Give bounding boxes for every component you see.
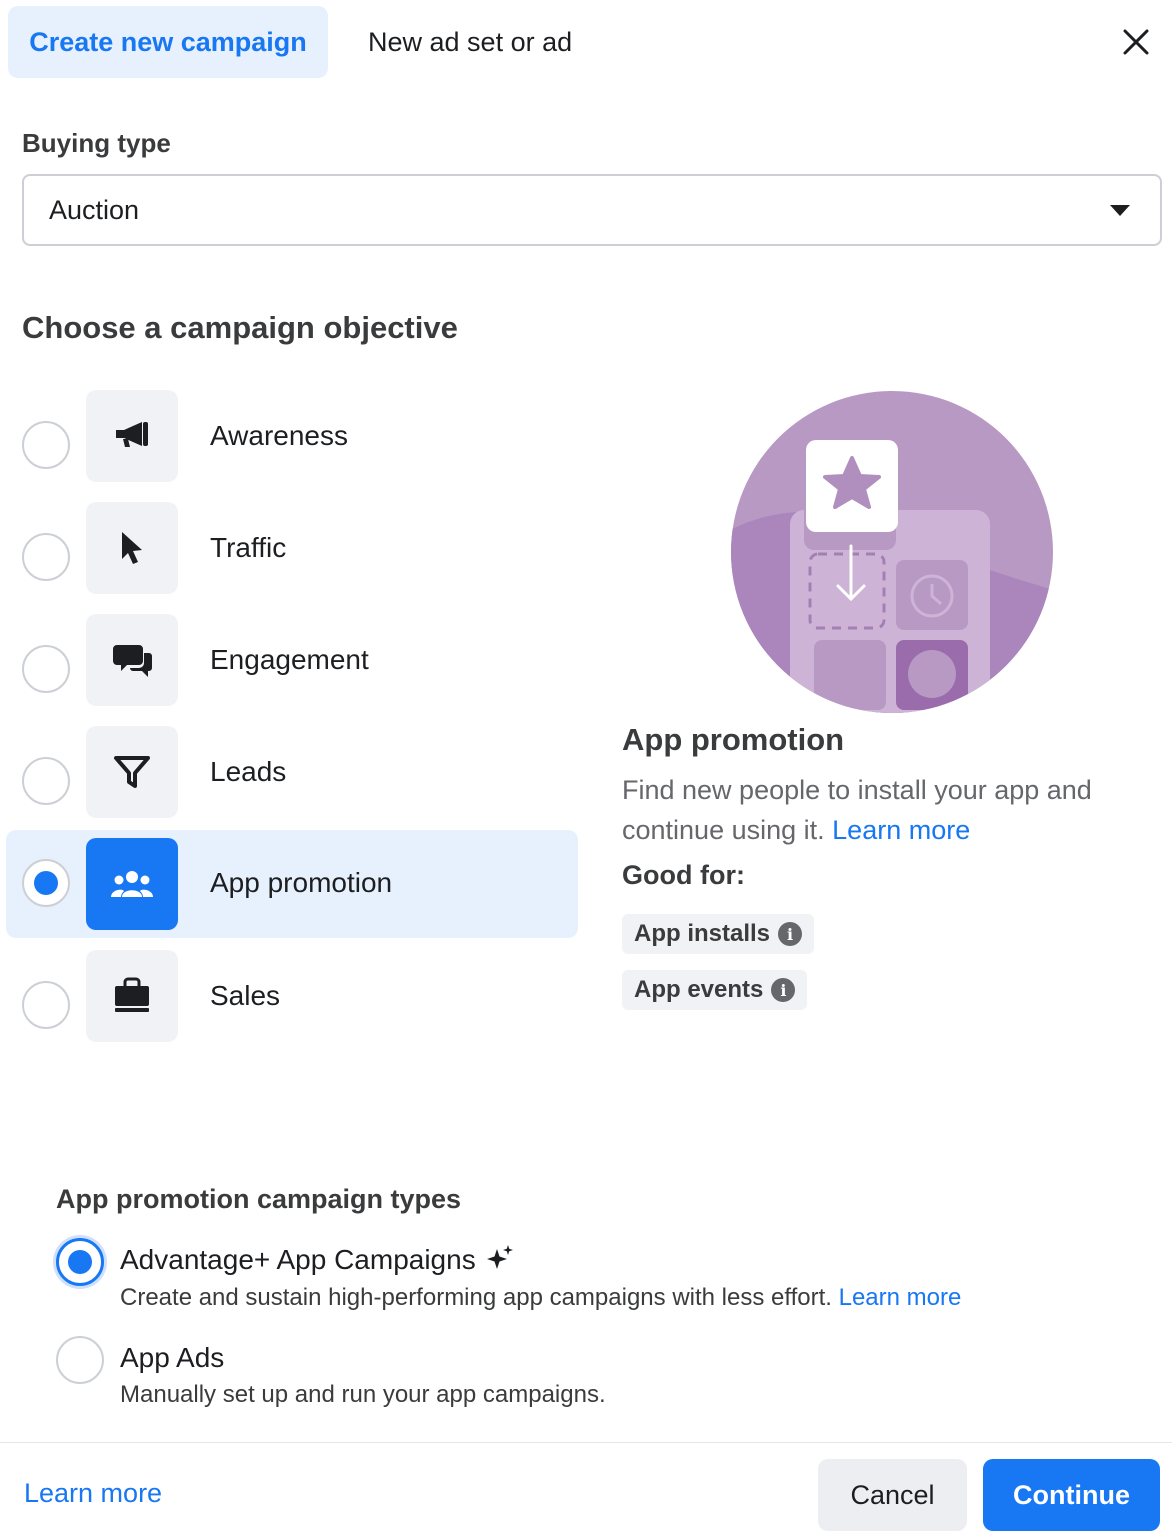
app-promotion-illustration bbox=[730, 390, 1054, 714]
objective-label: Engagement bbox=[210, 644, 369, 675]
detail-learn-more-link[interactable]: Learn more bbox=[832, 815, 970, 845]
buying-type-label: Buying type bbox=[22, 128, 171, 158]
cancel-button[interactable]: Cancel bbox=[818, 1459, 967, 1531]
footer-divider bbox=[0, 1442, 1172, 1443]
objective-label: Awareness bbox=[210, 420, 349, 451]
objective-label: App promotion bbox=[210, 867, 393, 898]
advantage-plus-learn-more-link[interactable]: Learn more bbox=[839, 1284, 962, 1311]
caret-down-icon bbox=[1110, 205, 1130, 216]
info-icon[interactable]: i bbox=[778, 922, 803, 946]
objective-sales[interactable]: Sales bbox=[6, 950, 578, 1058]
buying-type-value: Auction bbox=[49, 194, 140, 225]
objective-radio[interactable] bbox=[22, 533, 70, 581]
objective-label: Sales bbox=[210, 980, 281, 1011]
objective-detail-description: Find new people to install your app and … bbox=[622, 770, 1142, 850]
chat-bubbles-icon bbox=[86, 614, 178, 706]
chip-app-events: App events i bbox=[622, 970, 808, 1010]
megaphone-icon bbox=[86, 390, 178, 482]
app-ads-radio[interactable] bbox=[56, 1336, 104, 1384]
sparkle-icon bbox=[487, 1245, 514, 1269]
continue-button[interactable]: Continue bbox=[983, 1459, 1160, 1531]
people-icon bbox=[86, 838, 178, 930]
cursor-icon bbox=[86, 502, 178, 594]
objective-label: Leads bbox=[210, 756, 287, 787]
objective-leads[interactable]: Leads bbox=[6, 726, 578, 834]
objective-app-promotion[interactable]: App promotion bbox=[6, 830, 578, 938]
close-icon bbox=[1123, 29, 1149, 55]
advantage-plus-radio[interactable] bbox=[56, 1238, 104, 1286]
chip-label: App events bbox=[634, 976, 764, 1003]
advantage-plus-label: Advantage+ App Campaigns bbox=[120, 1244, 476, 1275]
app-ads-description: Manually set up and run your app campaig… bbox=[120, 1381, 606, 1408]
app-ads-option[interactable]: App Ads bbox=[120, 1342, 224, 1374]
objective-radio[interactable] bbox=[22, 645, 70, 693]
info-icon[interactable]: i bbox=[771, 978, 796, 1002]
good-for-label: Good for: bbox=[622, 860, 745, 890]
objective-radio[interactable] bbox=[22, 981, 70, 1029]
objective-awareness[interactable]: Awareness bbox=[6, 390, 578, 498]
objective-label: Traffic bbox=[210, 532, 287, 563]
advantage-plus-description: Create and sustain high-performing app c… bbox=[120, 1284, 961, 1312]
advantage-plus-desc-text: Create and sustain high-performing app c… bbox=[120, 1284, 832, 1311]
objective-traffic[interactable]: Traffic bbox=[6, 502, 578, 610]
advantage-plus-option[interactable]: Advantage+ App Campaigns bbox=[120, 1244, 514, 1276]
objective-detail-title: App promotion bbox=[622, 722, 845, 757]
objective-radio[interactable] bbox=[22, 859, 70, 907]
tab-create-new-campaign[interactable]: Create new campaign bbox=[8, 6, 328, 78]
close-button[interactable] bbox=[1112, 18, 1160, 66]
objective-section-title: Choose a campaign objective bbox=[22, 310, 458, 345]
tab-new-ad-set-or-ad[interactable]: New ad set or ad bbox=[346, 6, 594, 78]
objective-radio[interactable] bbox=[22, 421, 70, 469]
objective-engagement[interactable]: Engagement bbox=[6, 614, 578, 722]
chip-app-installs: App installs i bbox=[622, 914, 815, 954]
footer-learn-more-link[interactable]: Learn more bbox=[24, 1478, 162, 1509]
objective-radio[interactable] bbox=[22, 757, 70, 805]
campaign-types-title: App promotion campaign types bbox=[56, 1184, 462, 1214]
chip-label: App installs bbox=[634, 920, 771, 947]
shopping-bag-icon bbox=[86, 950, 178, 1042]
filter-icon bbox=[86, 726, 178, 818]
buying-type-select[interactable]: Auction bbox=[22, 174, 1162, 246]
